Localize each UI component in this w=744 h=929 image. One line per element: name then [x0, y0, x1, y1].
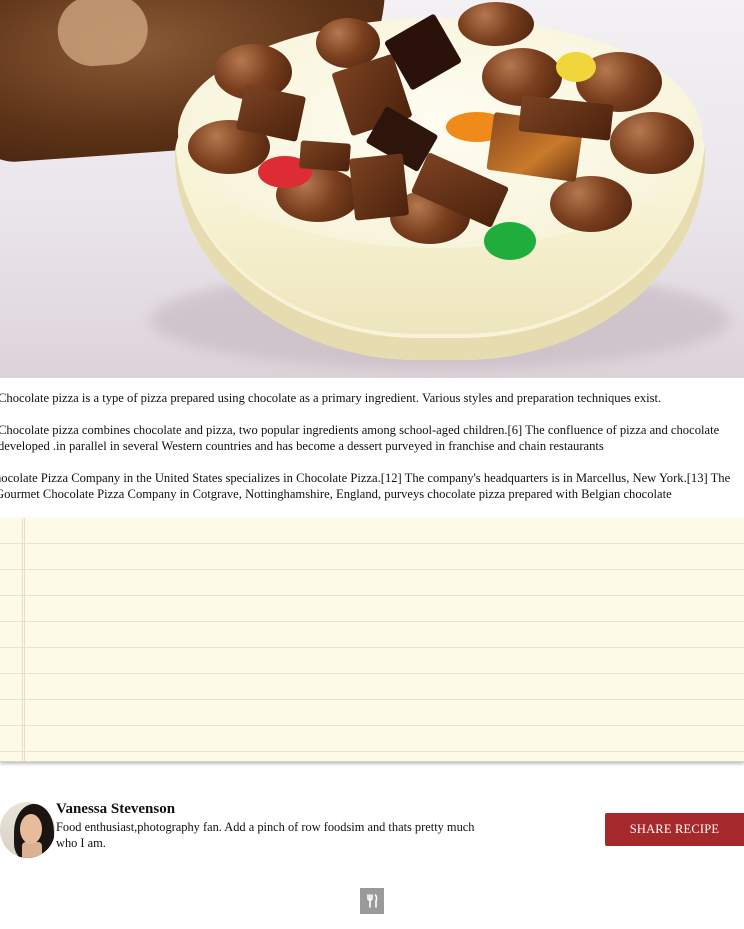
recipe-page: Chocolate pizza is a type of pizza prepa… — [0, 0, 744, 929]
author-block: Vanessa Stevenson Food enthusiast,photog… — [0, 800, 744, 860]
notebook-margin-line — [22, 518, 25, 761]
hero-image — [0, 0, 744, 378]
article-paragraph: hocolate Pizza Company in the United Sta… — [0, 471, 731, 501]
avatar — [0, 802, 55, 858]
article-paragraph: Chocolate pizza is a type of pizza prepa… — [0, 391, 662, 405]
article-paragraph: Chocolate pizza combines chocolate and p… — [0, 423, 720, 453]
author-bio: Food enthusiast,photography fan. Add a p… — [56, 820, 475, 850]
share-recipe-button[interactable]: SHARE RECIPE — [605, 813, 744, 846]
author-name: Vanessa Stevenson — [56, 801, 176, 817]
fork-knife-icon[interactable] — [360, 888, 384, 914]
notebook-paper — [0, 518, 744, 762]
article-body: Chocolate pizza is a type of pizza prepa… — [0, 390, 742, 518]
